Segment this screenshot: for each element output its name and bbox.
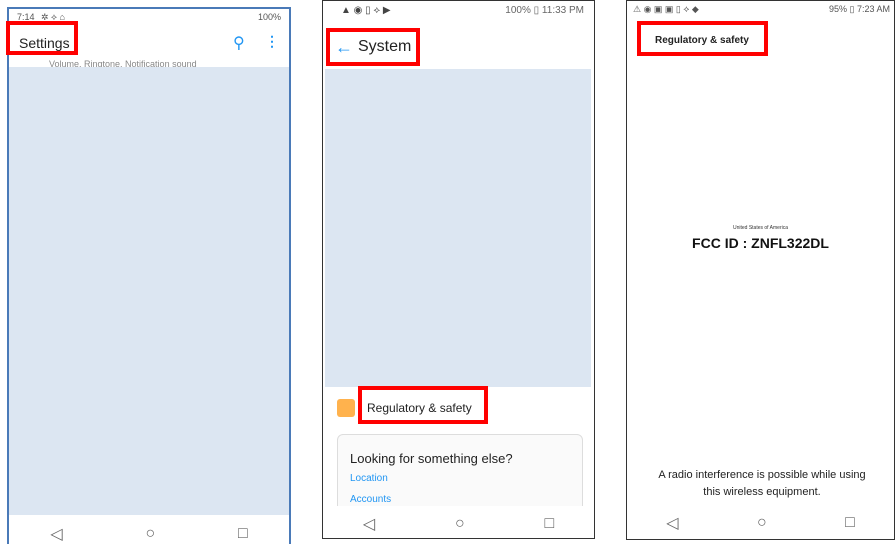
battery-status: 100%: [257, 12, 281, 22]
recent-apps-icon[interactable]: □: [544, 515, 554, 533]
panel-regulatory: ⚠ ◉ ▣ ▣ ▯ ⟡ ◆ 95% ▯ 7:23 AM Regulatory &…: [626, 0, 895, 540]
highlight-regulatory-title: [637, 21, 768, 56]
back-icon[interactable]: ◁: [666, 513, 678, 533]
suggestion-heading: Looking for something else?: [350, 451, 513, 466]
highlight-system-title: [326, 28, 420, 66]
nav-bar: ◁ ○ □: [627, 505, 894, 539]
home-icon[interactable]: ○: [757, 514, 767, 532]
location-link[interactable]: Location: [350, 473, 388, 484]
status-icons: ▲ ◉ ▯ ⟡ ▶: [341, 5, 391, 16]
search-icon[interactable]: ⚲: [233, 33, 245, 53]
redacted-content: [325, 69, 591, 387]
battery-status: 95% ▯ 7:23 AM: [829, 4, 890, 14]
battery-status: 100% ▯ 11:33 PM: [505, 5, 584, 16]
fcc-id: FCC ID : ZNFL322DL: [692, 235, 829, 251]
redacted-content: [9, 67, 289, 515]
home-icon[interactable]: ○: [455, 515, 465, 533]
highlight-regulatory-item: [358, 386, 488, 424]
recent-apps-icon[interactable]: □: [845, 514, 855, 532]
recent-apps-icon[interactable]: □: [238, 525, 248, 543]
status-bar: ⚠ ◉ ▣ ▣ ▯ ⟡ ◆ 95% ▯ 7:23 AM: [627, 1, 894, 19]
more-options-icon[interactable]: ⋮: [265, 33, 279, 50]
home-icon[interactable]: ○: [145, 525, 155, 543]
country-label: United States of America: [732, 225, 789, 231]
panel-settings: 7:14 ✲ ⟡ ⌂ 100% Settings ⚲ ⋮ Volume, Rin…: [7, 7, 291, 544]
regulatory-icon: [337, 399, 355, 417]
panel-system: ▲ ◉ ▯ ⟡ ▶ 100% ▯ 11:33 PM ← System Regul…: [322, 0, 595, 539]
back-icon[interactable]: ◁: [50, 524, 62, 544]
status-bar: ▲ ◉ ▯ ⟡ ▶ 100% ▯ 11:33 PM: [323, 1, 594, 21]
highlight-settings-title: [6, 21, 78, 55]
accounts-link[interactable]: Accounts: [350, 494, 391, 505]
radio-interference-notice: A radio interference is possible while u…: [658, 469, 866, 498]
back-icon[interactable]: ◁: [363, 514, 375, 534]
status-icons: ⚠ ◉ ▣ ▣ ▯ ⟡ ◆: [633, 4, 699, 14]
nav-bar: ◁ ○ □: [323, 506, 594, 538]
nav-bar: ◁ ○ □: [9, 516, 289, 544]
